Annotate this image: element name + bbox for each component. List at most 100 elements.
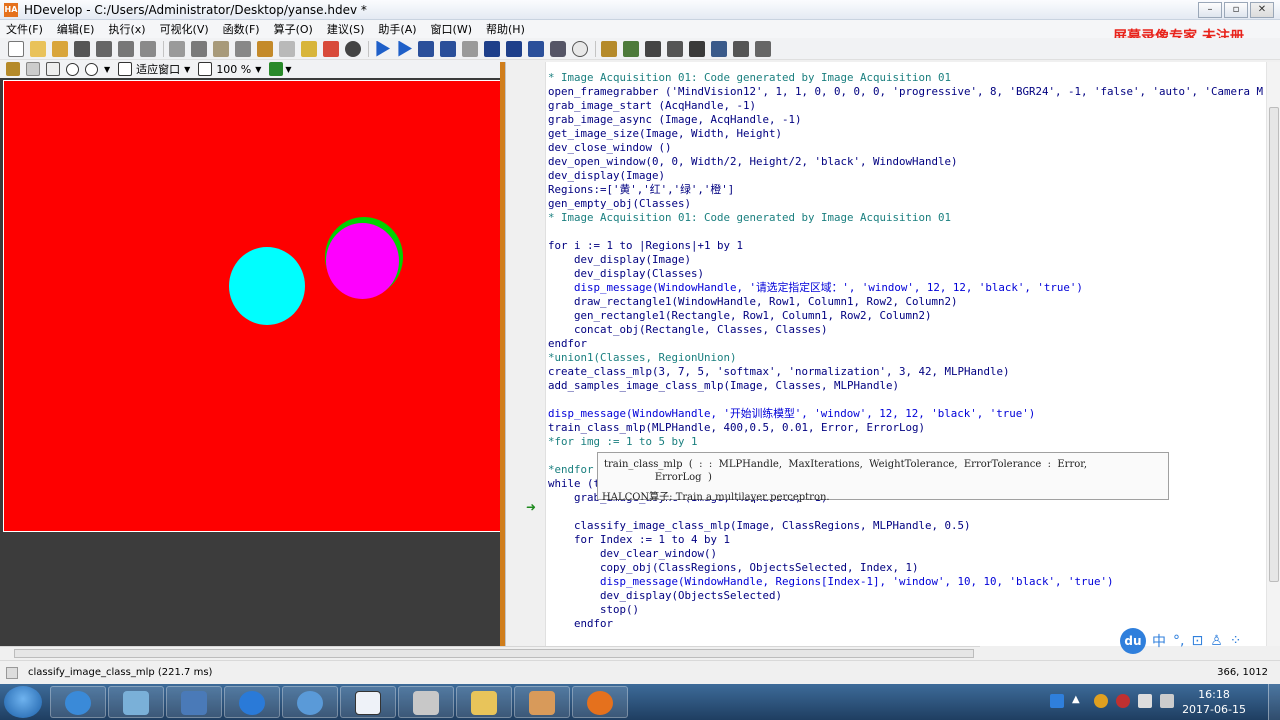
zoom-mode-select[interactable]: 适应窗口 bbox=[136, 61, 180, 77]
menu-edit[interactable]: 编辑(E) bbox=[57, 21, 95, 37]
code-line[interactable]: 5get_image_size(Image, Width, Height) bbox=[546, 127, 1264, 141]
menu-visualize[interactable]: 可视化(V) bbox=[160, 21, 209, 37]
code-line[interactable]: 36 copy_obj(ClassRegions, ObjectsSelecte… bbox=[546, 561, 1264, 575]
taskbar-app-4[interactable] bbox=[224, 686, 280, 718]
chevron-down-icon[interactable]: ▼ bbox=[104, 65, 110, 74]
security-icon[interactable] bbox=[1094, 694, 1108, 708]
profiler-icon[interactable] bbox=[572, 40, 588, 57]
scrollbar-thumb[interactable] bbox=[1269, 107, 1279, 582]
ime-menu-icon[interactable]: ⁘ bbox=[1230, 633, 1242, 649]
code-line[interactable]: 4grab_image_async (Image, AcqHandle, -1) bbox=[546, 113, 1264, 127]
chevron-down-icon[interactable]: ▼ bbox=[285, 65, 291, 74]
feature-histogram-icon[interactable] bbox=[667, 40, 683, 57]
ime-punctuation[interactable]: °, bbox=[1173, 633, 1184, 649]
horizontal-scrollbar[interactable] bbox=[0, 646, 980, 660]
taskbar-app-6[interactable] bbox=[340, 686, 396, 718]
show-desktop-button[interactable] bbox=[1268, 684, 1280, 720]
variables-icon[interactable] bbox=[550, 40, 566, 57]
code-line[interactable]: 25disp_message(WindowHandle, '开始训练模型', '… bbox=[546, 407, 1264, 421]
code-line[interactable]: 7dev_open_window(0, 0, Width/2, Height/2… bbox=[546, 155, 1264, 169]
code-line[interactable]: 19 concat_obj(Rectangle, Classes, Classe… bbox=[546, 323, 1264, 337]
code-line[interactable]: 20endfor bbox=[546, 337, 1264, 351]
menu-file[interactable]: 文件(F) bbox=[6, 21, 43, 37]
magnify-icon[interactable] bbox=[85, 62, 98, 76]
code-line[interactable]: 27*for img := 1 to 5 by 1 bbox=[546, 435, 1264, 449]
code-line[interactable]: 15 dev_display(Classes) bbox=[546, 267, 1264, 281]
reset-program-icon[interactable] bbox=[528, 40, 544, 57]
gray-histogram-icon[interactable] bbox=[623, 40, 639, 57]
code-line[interactable]: 21*union1(Classes, RegionUnion) bbox=[546, 351, 1264, 365]
new-program-icon[interactable] bbox=[8, 40, 24, 57]
vertical-scrollbar[interactable] bbox=[1266, 62, 1280, 646]
code-line[interactable]: 17 draw_rectangle1(WindowHandle, Row1, C… bbox=[546, 295, 1264, 309]
code-line[interactable]: 33 classify_image_class_mlp(Image, Class… bbox=[546, 519, 1264, 533]
print-icon[interactable] bbox=[140, 40, 156, 57]
code-line[interactable]: 24 bbox=[546, 393, 1264, 407]
show-hidden-icon[interactable]: ▲ bbox=[1072, 694, 1086, 708]
zoom-icon[interactable] bbox=[66, 62, 79, 76]
minimize-button[interactable]: – bbox=[1198, 2, 1222, 18]
code-line[interactable]: 12 bbox=[546, 225, 1264, 239]
taskbar-calculator[interactable] bbox=[398, 686, 454, 718]
step-over-icon[interactable] bbox=[418, 40, 434, 57]
code-line[interactable]: 1* Image Acquisition 01: Code generated … bbox=[546, 71, 1264, 85]
code-line[interactable]: 13for i := 1 to |Regions|+1 by 1 bbox=[546, 239, 1264, 253]
menu-operators[interactable]: 算子(O) bbox=[274, 21, 313, 37]
code-line[interactable]: 9Regions:=['黄','红','绿','橙'] bbox=[546, 183, 1264, 197]
zoom-window-icon[interactable] bbox=[689, 40, 705, 57]
find-icon[interactable] bbox=[345, 40, 361, 57]
taskbar-explorer[interactable] bbox=[456, 686, 512, 718]
feature-inspection-icon[interactable] bbox=[733, 40, 749, 57]
code-line[interactable]: 34 for Index := 1 to 4 by 1 bbox=[546, 533, 1264, 547]
baidu-tray-icon[interactable] bbox=[1050, 694, 1064, 708]
save-icon[interactable] bbox=[74, 40, 90, 57]
taskbar-app-3[interactable] bbox=[166, 686, 222, 718]
window-tools-icon[interactable] bbox=[601, 40, 617, 57]
delete-icon[interactable] bbox=[235, 40, 251, 57]
code-line[interactable]: 38 dev_display(ObjectsSelected) bbox=[546, 589, 1264, 603]
code-line[interactable]: 35 dev_clear_window() bbox=[546, 547, 1264, 561]
paste-icon[interactable] bbox=[213, 40, 229, 57]
insert-icon[interactable] bbox=[323, 40, 339, 57]
open-program-icon[interactable] bbox=[30, 40, 46, 57]
code-line[interactable]: 16 disp_message(WindowHandle, '请选定指定区域：'… bbox=[546, 281, 1264, 295]
undo-icon[interactable] bbox=[257, 40, 273, 57]
menu-window[interactable]: 窗口(W) bbox=[431, 21, 472, 37]
step-back-icon[interactable] bbox=[440, 40, 456, 57]
tray-clock[interactable]: 16:18 2017-06-15 bbox=[1182, 687, 1246, 717]
menu-procedures[interactable]: 函数(F) bbox=[223, 21, 260, 37]
edit-icon[interactable] bbox=[6, 62, 20, 76]
volume-icon[interactable] bbox=[1160, 694, 1174, 708]
copy-icon[interactable] bbox=[191, 40, 207, 57]
step-into-icon[interactable] bbox=[484, 40, 500, 57]
menu-help[interactable]: 帮助(H) bbox=[486, 21, 525, 37]
flag-icon[interactable] bbox=[1116, 694, 1130, 708]
baidu-ime-logo-icon[interactable]: du bbox=[1120, 628, 1146, 654]
code-line[interactable]: 32 bbox=[546, 505, 1264, 519]
cut-icon[interactable] bbox=[169, 40, 185, 57]
line-profile-icon[interactable] bbox=[645, 40, 661, 57]
run-to-insert-icon[interactable] bbox=[398, 40, 412, 57]
code-line[interactable]: 2open_framegrabber ('MindVision12', 1, 1… bbox=[546, 85, 1264, 99]
image-display[interactable] bbox=[3, 80, 501, 532]
redo-icon[interactable] bbox=[279, 40, 295, 57]
close-button[interactable]: ✕ bbox=[1250, 2, 1274, 18]
stop-icon[interactable] bbox=[462, 40, 478, 57]
step-out-icon[interactable] bbox=[506, 40, 522, 57]
network-icon[interactable] bbox=[1138, 694, 1152, 708]
color-palette-icon[interactable] bbox=[269, 62, 284, 76]
menu-suggestions[interactable]: 建议(S) bbox=[327, 21, 365, 37]
taskbar-ie[interactable] bbox=[50, 686, 106, 718]
comment-icon[interactable] bbox=[301, 40, 317, 57]
code-line[interactable]: 22create_class_mlp(3, 7, 5, 'softmax', '… bbox=[546, 365, 1264, 379]
run-icon[interactable] bbox=[376, 40, 390, 57]
code-line[interactable]: 11* Image Acquisition 01: Code generated… bbox=[546, 211, 1264, 225]
ocr-icon[interactable] bbox=[755, 40, 771, 57]
pan-icon[interactable] bbox=[46, 62, 60, 76]
ime-chinese-mode[interactable]: 中 bbox=[1152, 631, 1166, 651]
code-line[interactable]: 23add_samples_image_class_mlp(Image, Cla… bbox=[546, 379, 1264, 393]
code-line[interactable]: 18 gen_rectangle1(Rectangle, Row1, Colum… bbox=[546, 309, 1264, 323]
chevron-down-icon[interactable]: ▼ bbox=[184, 65, 190, 74]
code-line[interactable]: 14 dev_display(Image) bbox=[546, 253, 1264, 267]
select-icon[interactable] bbox=[26, 62, 40, 76]
